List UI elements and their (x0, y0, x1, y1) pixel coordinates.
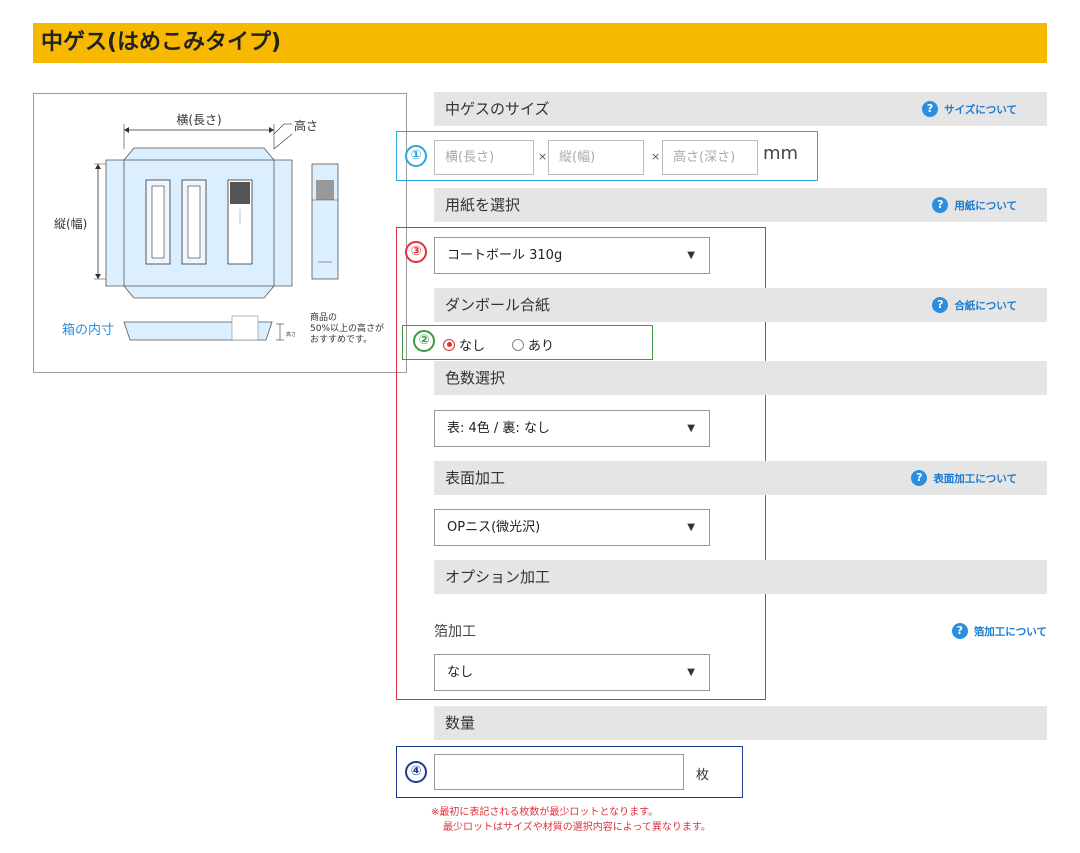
paper-help-link[interactable]: ? 用紙について (932, 197, 1017, 213)
question-icon: ? (932, 297, 949, 313)
section-quantity-title: 数量 (445, 714, 476, 732)
inner-height-mini-label: 高さ (286, 331, 296, 338)
section-surface-title: 表面加工 (445, 469, 506, 487)
section-surface-header: 表面加工 ? 表面加工について (434, 461, 1047, 495)
section-quantity-header: 数量 (434, 706, 1047, 740)
quantity-input[interactable] (434, 754, 684, 790)
radio-selected-icon (443, 338, 455, 351)
height-dimension-label: 高さ (294, 118, 318, 133)
width-dimension-label: 横(長さ) (176, 113, 221, 127)
surface-select-value: OPニス(微光沢) (447, 520, 541, 535)
colors-select-value: 表: 4色 / 裏: なし (447, 421, 550, 436)
section-option-header: オプション加工 (434, 560, 1047, 594)
surface-help-text: 表面加工について (933, 472, 1017, 485)
surface-help-link[interactable]: ? 表面加工について (911, 470, 1017, 486)
foil-select-value: なし (447, 665, 474, 680)
paper-select[interactable]: コートボール 310g ▼ (434, 237, 710, 274)
size-unit: mm (763, 143, 799, 164)
section-paper-header: 用紙を選択 ? 用紙について (434, 188, 1047, 222)
foil-select[interactable]: なし ▼ (434, 654, 710, 691)
diagram-note-line3: おすすめです。 (310, 334, 372, 345)
section-colors-header: 色数選択 (434, 361, 1047, 395)
depth-dimension-label: 縦(幅) (54, 216, 87, 231)
diagram-note-line2: 50%以上の高さが (310, 322, 384, 334)
paper-select-value: コートボール 310g (447, 248, 563, 263)
inner-size-label: 箱の内寸 (62, 322, 114, 338)
question-icon: ? (932, 197, 949, 213)
radio-unselected-icon (512, 338, 524, 351)
marker-3: ③ (405, 241, 427, 263)
question-icon: ? (922, 101, 939, 117)
title-bar: 中ゲス(はめこみタイプ) (33, 23, 1047, 63)
depth-input[interactable]: 縦(幅) (548, 140, 644, 175)
section-cardboard-title: ダンボール合紙 (445, 296, 551, 314)
question-icon: ? (911, 470, 928, 486)
foil-help-text: 箔加工について (973, 625, 1047, 638)
section-option-title: オプション加工 (445, 568, 551, 586)
times-sign-2: × (651, 150, 661, 163)
quantity-unit: 枚 (696, 768, 710, 783)
size-help-link[interactable]: ? サイズについて (922, 101, 1017, 117)
section-colors-title: 色数選択 (445, 369, 506, 387)
page-title: 中ゲス(はめこみタイプ) (41, 30, 282, 55)
dropdown-arrow-icon: ▼ (687, 522, 695, 533)
paper-help-text: 用紙について (954, 199, 1017, 212)
radio-none[interactable]: なし (443, 335, 485, 354)
radio-yes[interactable]: あり (512, 335, 554, 354)
section-size-header: 中ゲスのサイズ ? サイズについて (434, 92, 1047, 126)
question-icon: ? (951, 623, 968, 639)
section-cardboard-header: ダンボール合紙 ? 合紙について (434, 288, 1047, 322)
colors-select[interactable]: 表: 4色 / 裏: なし ▼ (434, 410, 710, 447)
dropdown-arrow-icon: ▼ (687, 250, 695, 261)
surface-select[interactable]: OPニス(微光沢) ▼ (434, 509, 710, 546)
diagram-note-line1: 商品の (310, 311, 337, 323)
height-input[interactable]: 高さ(深さ) (662, 140, 758, 175)
section-size-title: 中ゲスのサイズ (445, 100, 550, 118)
radio-none-label: なし (459, 339, 486, 354)
section-paper-title: 用紙を選択 (445, 196, 521, 214)
cardboard-help-link[interactable]: ? 合紙について (932, 297, 1017, 313)
quantity-note-line1: ※最初に表記される枚数が最少ロットとなります。 (431, 807, 659, 818)
marker-4: ④ (405, 761, 427, 783)
box-diagram-illustration: 横(長さ) 高さ 縦(幅) 箱の内寸 高さ 商品の 50%以上の高さが おすすめ… (54, 113, 384, 345)
quantity-note-line2: 最少ロットはサイズや材質の選択内容によって異なります。 (443, 822, 711, 833)
size-diagram: 横(長さ) 高さ 縦(幅) 箱の内寸 高さ 商品の 50%以上の高さが おすすめ… (33, 93, 407, 373)
radio-yes-label: あり (528, 339, 555, 354)
dropdown-arrow-icon: ▼ (687, 423, 695, 434)
size-help-text: サイズについて (944, 103, 1017, 116)
marker-2: ② (413, 330, 435, 352)
cardboard-help-text: 合紙について (954, 299, 1017, 312)
dropdown-arrow-icon: ▼ (687, 667, 695, 678)
marker-1: ① (405, 145, 427, 167)
quantity-note: ※最初に表記される枚数が最少ロットとなります。 最少ロットはサイズや材質の選択内… (431, 805, 711, 835)
times-sign-1: × (538, 150, 548, 163)
width-input[interactable]: 横(長さ) (434, 140, 534, 175)
foil-help-link[interactable]: ? 箔加工について (951, 623, 1047, 639)
foil-label: 箔加工 (434, 624, 476, 640)
